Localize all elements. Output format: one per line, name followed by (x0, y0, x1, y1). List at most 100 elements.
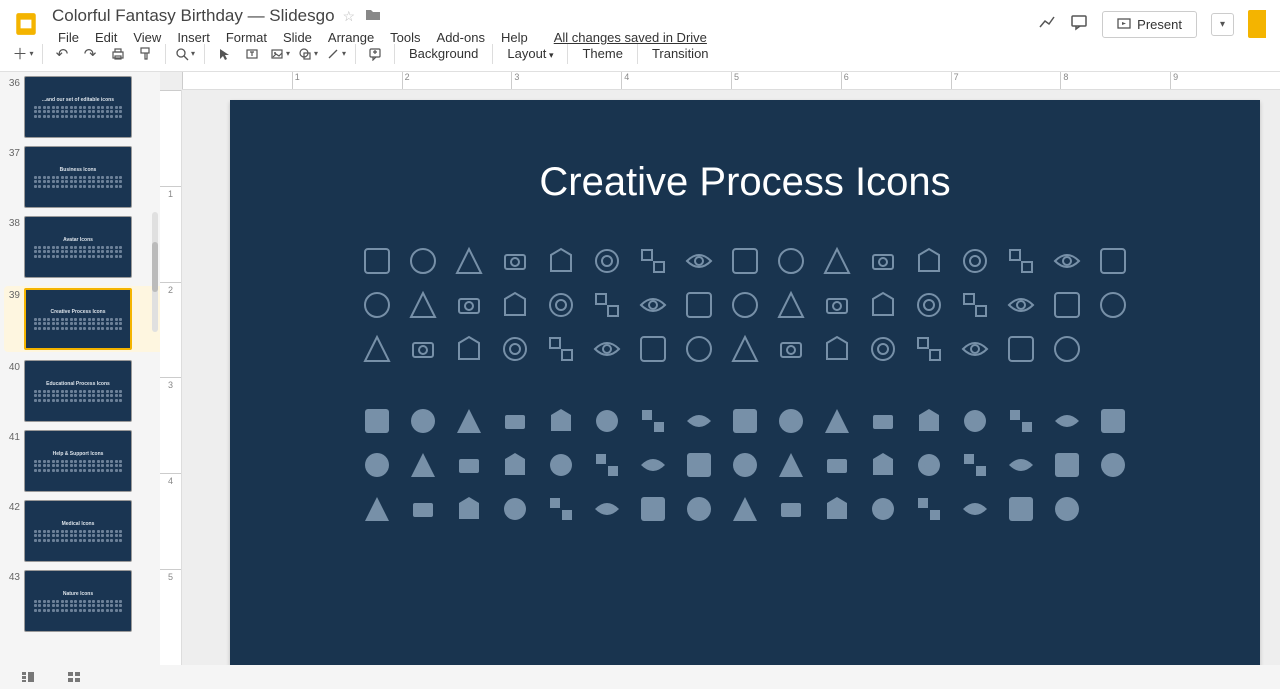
outline-icon-39[interactable] (591, 333, 623, 365)
theme-button[interactable]: Theme (574, 42, 630, 65)
outline-icon-41[interactable] (683, 333, 715, 365)
filled-icon-29[interactable] (913, 449, 945, 481)
outline-icon-3[interactable] (499, 245, 531, 277)
outline-icon-8[interactable] (729, 245, 761, 277)
outline-icon-21[interactable] (545, 289, 577, 321)
filled-icon-6[interactable] (637, 405, 669, 437)
outline-icon-16[interactable] (1097, 245, 1129, 277)
filled-icon-1[interactable] (407, 405, 439, 437)
filled-icon-24[interactable] (683, 449, 715, 481)
print-button[interactable] (105, 41, 131, 67)
thumbnail-36[interactable]: 36...and our set of editable icons (4, 76, 160, 138)
outline-icon-24[interactable] (683, 289, 715, 321)
outline-icon-47[interactable] (959, 333, 991, 365)
outline-icon-11[interactable] (867, 245, 899, 277)
filled-icon-46[interactable] (913, 493, 945, 525)
outline-icon-0[interactable] (361, 245, 393, 277)
background-button[interactable]: Background (401, 42, 486, 65)
filled-icon-30[interactable] (959, 449, 991, 481)
outline-icon-31[interactable] (1005, 289, 1037, 321)
outline-icon-42[interactable] (729, 333, 761, 365)
line-tool[interactable] (323, 41, 349, 67)
outline-icon-15[interactable] (1051, 245, 1083, 277)
outline-icon-22[interactable] (591, 289, 623, 321)
star-icon[interactable]: ☆ (343, 8, 356, 25)
thumbnail-37[interactable]: 37Business Icons (4, 146, 160, 208)
outline-icon-5[interactable] (591, 245, 623, 277)
thumbnail-41[interactable]: 41Help & Support Icons (4, 430, 160, 492)
filled-icon-26[interactable] (775, 449, 807, 481)
outline-icon-10[interactable] (821, 245, 853, 277)
outline-icon-29[interactable] (913, 289, 945, 321)
thumbnail-42[interactable]: 42Medical Icons (4, 500, 160, 562)
outline-icon-45[interactable] (867, 333, 899, 365)
outline-icon-33[interactable] (1097, 289, 1129, 321)
outline-icon-20[interactable] (499, 289, 531, 321)
filled-icon-8[interactable] (729, 405, 761, 437)
outline-icon-14[interactable] (1005, 245, 1037, 277)
transition-button[interactable]: Transition (644, 42, 717, 65)
filled-icon-48[interactable] (1005, 493, 1037, 525)
filled-icon-4[interactable] (545, 405, 577, 437)
thumbnail-39[interactable]: 39Creative Process Icons (4, 286, 160, 352)
outline-icon-2[interactable] (453, 245, 485, 277)
outline-icon-32[interactable] (1051, 289, 1083, 321)
filled-icon-14[interactable] (1005, 405, 1037, 437)
filled-icon-10[interactable] (821, 405, 853, 437)
filled-icon-40[interactable] (637, 493, 669, 525)
present-dropdown[interactable]: ▾ (1211, 13, 1234, 36)
thumbnail-40[interactable]: 40Educational Process Icons (4, 360, 160, 422)
select-tool[interactable] (211, 41, 237, 67)
outline-icon-12[interactable] (913, 245, 945, 277)
outline-icon-27[interactable] (821, 289, 853, 321)
outline-icon-40[interactable] (637, 333, 669, 365)
filled-icon-13[interactable] (959, 405, 991, 437)
filled-icon-39[interactable] (591, 493, 623, 525)
new-slide-button[interactable]: ＋ (10, 41, 36, 67)
filled-icon-3[interactable] (499, 405, 531, 437)
filled-icon-23[interactable] (637, 449, 669, 481)
filled-icon-25[interactable] (729, 449, 761, 481)
grid-view-icon[interactable] (66, 669, 82, 685)
filled-icon-11[interactable] (867, 405, 899, 437)
filled-icon-34[interactable] (361, 493, 393, 525)
slide-canvas[interactable]: Creative Process Icons (230, 100, 1260, 665)
filled-icon-33[interactable] (1097, 449, 1129, 481)
shape-tool[interactable] (295, 41, 321, 67)
filled-icon-2[interactable] (453, 405, 485, 437)
outline-icon-43[interactable] (775, 333, 807, 365)
filled-icon-19[interactable] (453, 449, 485, 481)
redo-button[interactable]: ↷ (77, 41, 103, 67)
comments-icon[interactable] (1070, 13, 1088, 36)
filled-icon-37[interactable] (499, 493, 531, 525)
filled-icon-38[interactable] (545, 493, 577, 525)
activity-icon[interactable] (1038, 13, 1056, 36)
filled-icon-9[interactable] (775, 405, 807, 437)
outline-icon-26[interactable] (775, 289, 807, 321)
filled-icon-31[interactable] (1005, 449, 1037, 481)
filled-icon-35[interactable] (407, 493, 439, 525)
outline-icon-7[interactable] (683, 245, 715, 277)
zoom-button[interactable] (172, 41, 198, 67)
present-button[interactable]: Present (1102, 11, 1197, 38)
outline-icon-46[interactable] (913, 333, 945, 365)
undo-button[interactable]: ↶ (49, 41, 75, 67)
filled-icon-28[interactable] (867, 449, 899, 481)
filled-icon-45[interactable] (867, 493, 899, 525)
outline-icon-38[interactable] (545, 333, 577, 365)
outline-icon-19[interactable] (453, 289, 485, 321)
filled-icon-27[interactable] (821, 449, 853, 481)
outline-icon-17[interactable] (361, 289, 393, 321)
slides-logo[interactable] (8, 6, 44, 42)
outline-icon-9[interactable] (775, 245, 807, 277)
outline-icon-30[interactable] (959, 289, 991, 321)
filled-icon-49[interactable] (1051, 493, 1083, 525)
document-title[interactable]: Colorful Fantasy Birthday — Slidesgo (52, 6, 335, 26)
outline-icon-28[interactable] (867, 289, 899, 321)
filled-icon-12[interactable] (913, 405, 945, 437)
filled-icon-43[interactable] (775, 493, 807, 525)
filled-icon-0[interactable] (361, 405, 393, 437)
outline-icon-18[interactable] (407, 289, 439, 321)
filled-icon-42[interactable] (729, 493, 761, 525)
filled-icon-44[interactable] (821, 493, 853, 525)
